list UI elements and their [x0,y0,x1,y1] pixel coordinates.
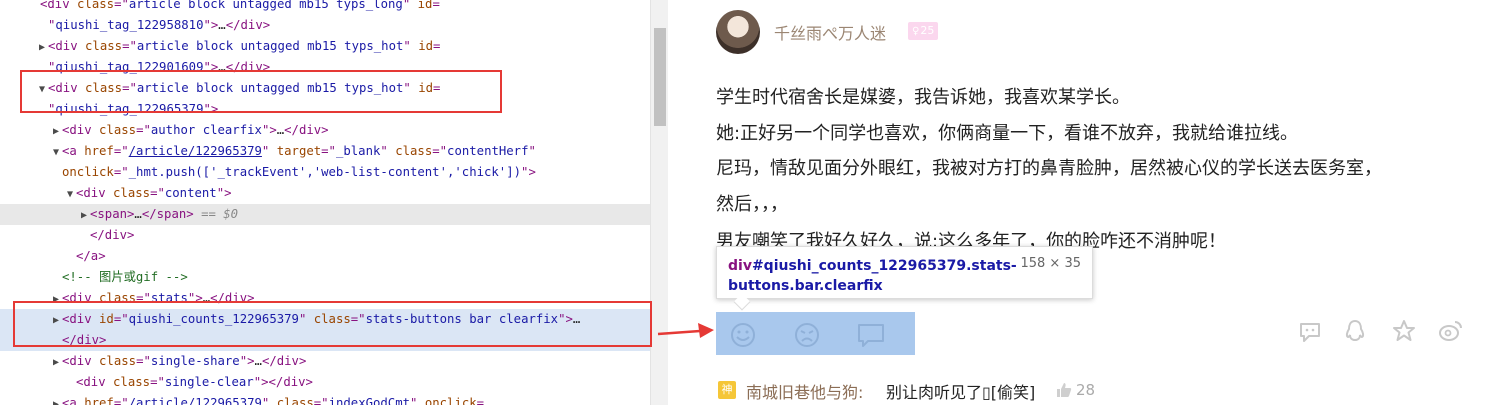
annotation-box-stats-node [13,301,652,347]
god-comment-text[interactable]: 别让肉听见了▯[偷笑] [886,379,1035,403]
devtools-elements-panel: <div class="article block untagged mb15 … [0,0,668,405]
dom-node-row[interactable]: ▼ <a href="/article/122965379" target="_b… [0,141,650,162]
comment-bubble-icon[interactable] [856,322,886,348]
expand-triangle-icon[interactable]: ▼ [64,184,76,205]
dom-node-markup: <a href="/article/122965379" target="_bl… [62,144,536,158]
dom-node-row[interactable]: <div class="article block untagged mb15 … [0,0,650,15]
sad-face-icon[interactable] [792,322,822,348]
content-line[interactable]: 然后，，， [716,190,788,216]
dom-node-markup: <div class="author clearfix">…</div> [62,123,329,137]
dom-node-row[interactable]: ▶ <span>…</span> == $0 [0,204,650,225]
dom-node-markup: </div> [90,228,135,242]
expand-triangle-icon[interactable]: ▶ [50,352,62,373]
tooltip-selector: div#qiushi_counts_122965379.stats-button… [728,256,1018,296]
author-level: 25 [920,24,935,37]
god-comment-badge: 神 [718,381,736,399]
thumb-up-icon[interactable] [1055,381,1073,399]
wechat-icon[interactable] [1297,318,1323,344]
author-avatar[interactable] [716,10,760,54]
qzone-star-icon[interactable] [1391,318,1417,344]
dom-node-row[interactable]: ▶ <div class="single-share">…</div> [0,351,650,372]
dom-node-markup: <div class="content"> [76,186,232,200]
dom-node-row[interactable]: </a> [0,246,650,267]
dom-node-row[interactable]: </div> [0,225,650,246]
dom-node-markup: <!-- 图片或gif --> [62,270,188,284]
devtools-scrollbar[interactable] [650,0,668,405]
tooltip-tag: div [728,258,752,274]
expand-triangle-icon[interactable]: ▶ [50,121,62,142]
content-line[interactable]: 她:正好另一个同学也喜欢，你俩商量一下，看谁不放弃，我就给谁拉线。 [716,119,1298,145]
tooltip-selector-text: #qiushi_counts_122965379.stats-buttons.b… [728,258,1017,294]
expand-triangle-icon[interactable]: ▼ [50,142,62,163]
expand-triangle-icon[interactable]: ▶ [78,205,90,226]
dom-node-row[interactable]: ▼ <div class="content"> [0,183,650,204]
god-comment-user[interactable]: 南城旧巷他与狗: [746,379,863,403]
dom-node-markup: <div class="single-clear"></div> [76,375,313,389]
dom-node-row[interactable]: ▶ <div class="article block untagged mb15… [0,36,650,57]
dom-node-markup: <div class="single-share">…</div> [62,354,307,368]
dom-node-markup: </a> [76,249,106,263]
dom-node-row[interactable]: <!-- 图片或gif --> [0,267,650,288]
dom-node-markup: "qiushi_tag_122958810">…</div> [48,18,271,32]
dom-node-row[interactable]: <div class="single-clear"></div> [0,372,650,393]
scrollbar-thumb[interactable] [654,28,666,126]
dom-node-markup: <a href="/article/122965379" class="inde… [62,396,485,405]
dom-node-row[interactable]: ▶ <div class="author clearfix">…</div> [0,120,650,141]
page-preview: 千丝雨ぺ万人迷 ♀25 学生时代宿舍长是媒婆，我告诉她，我喜欢某学长。 她:正好… [668,0,1492,405]
dom-node-row[interactable]: "qiushi_tag_122958810">…</div> [0,15,650,36]
smile-face-icon[interactable] [728,322,758,348]
dom-node-row[interactable]: onclick="_hmt.push(['_trackEvent','web-l… [0,162,650,183]
content-line[interactable]: 学生时代宿舍长是媒婆，我告诉她，我喜欢某学长。 [716,83,1130,109]
expand-triangle-icon[interactable]: ▶ [36,37,48,58]
content-line[interactable]: 尼玛，情敌见面分外眼红，我被对方打的鼻青脸肿，居然被心仪的学长送去医务室， [716,154,1382,180]
weibo-icon[interactable] [1438,318,1464,344]
dom-node-markup: onclick="_hmt.push(['_trackEvent','web-l… [62,165,536,179]
qq-icon[interactable] [1342,318,1368,344]
dom-node-markup: <div class="article block untagged mb15 … [48,39,441,53]
author-level-badge: ♀25 [908,22,939,40]
tooltip-size: 158 × 35 [1020,256,1081,271]
annotation-box-article-node [20,70,502,113]
dom-node-markup: <div class="article block untagged mb15 … [40,0,440,11]
annotation-arrow [657,323,714,338]
element-inspector-tooltip: div#qiushi_counts_122965379.stats-button… [716,246,1093,299]
god-comment-like-count: 28 [1076,381,1096,399]
dom-node-row[interactable]: ▶ <a href="/article/122965379" class="ind… [0,393,650,405]
author-name[interactable]: 千丝雨ぺ万人迷 [774,20,886,44]
dom-node-markup: <span>…</span> == $0 [90,207,239,221]
female-icon: ♀ [912,26,920,37]
expand-triangle-icon[interactable]: ▶ [50,394,62,405]
